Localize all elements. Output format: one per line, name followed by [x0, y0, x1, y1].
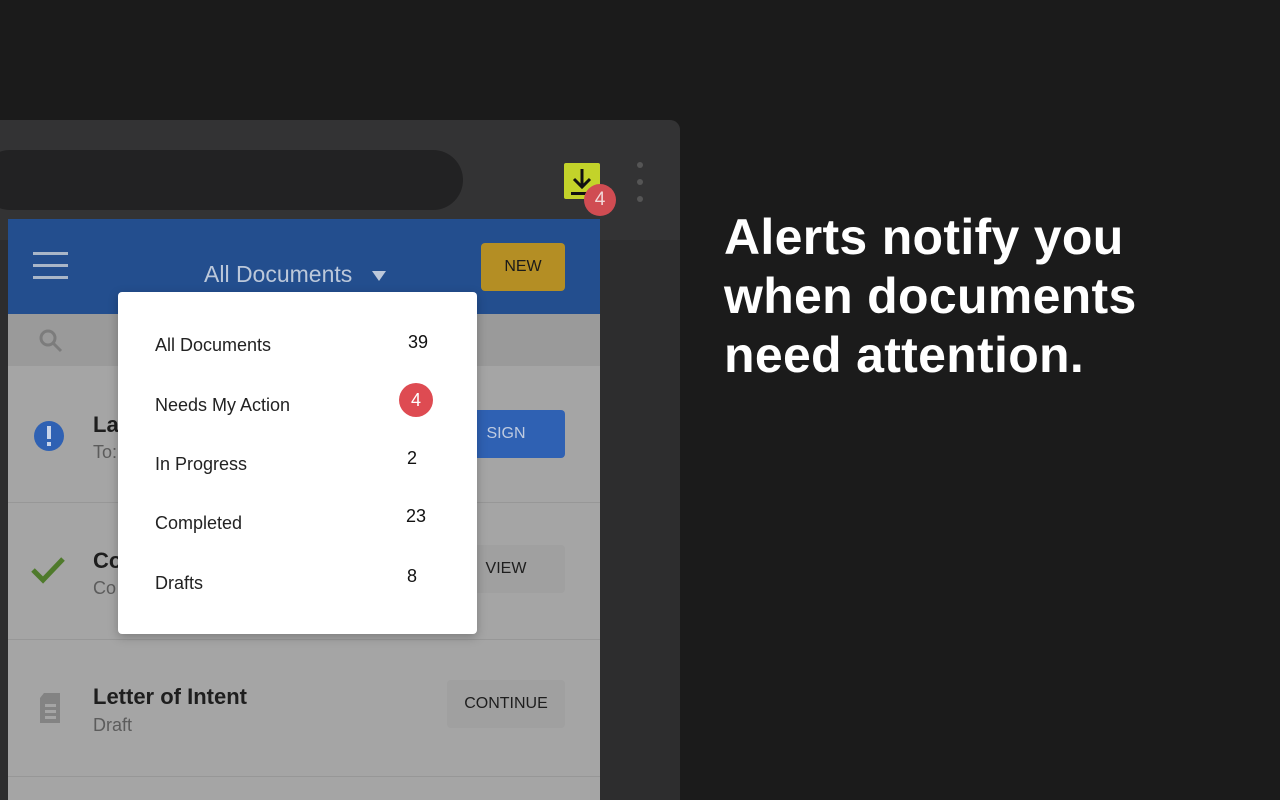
document-row[interactable]: Letter of Intent Draft CONTINUE: [8, 640, 600, 777]
browser-menu-icon[interactable]: [634, 162, 646, 202]
document-icon: [40, 693, 60, 723]
checkmark-icon: [31, 557, 65, 584]
document-title: Letter of Intent: [93, 684, 247, 709]
new-button[interactable]: NEW: [481, 243, 565, 291]
dropdown-item-count: 8: [406, 566, 417, 586]
dropdown-item-count: 23: [405, 506, 427, 526]
promo-line: Alerts notify you: [724, 209, 1124, 265]
dropdown-item-label: Drafts: [155, 573, 204, 593]
search-icon: [39, 329, 63, 353]
promo-line: when documents: [724, 268, 1137, 324]
hamburger-menu-icon[interactable]: [33, 252, 69, 280]
dropdown-item-label: Needs My Action: [155, 395, 291, 415]
dropdown-item-count: 39: [407, 332, 429, 352]
dropdown-item-needs-my-action[interactable]: Needs My Action 4: [118, 380, 477, 430]
dropdown-item-count: 2: [406, 448, 417, 468]
dropdown-item-all-documents[interactable]: All Documents 39: [118, 320, 477, 370]
dropdown-item-label: Completed: [155, 513, 243, 533]
address-bar[interactable]: [0, 150, 463, 210]
dropdown-item-drafts[interactable]: Drafts 8: [118, 558, 477, 608]
dropdown-item-count-badge: 4: [399, 383, 433, 417]
promo-heading: Alerts notify you when documents need at…: [724, 208, 1244, 385]
alert-circle-icon: [34, 421, 64, 451]
continue-button[interactable]: CONTINUE: [447, 680, 565, 728]
dropdown-item-in-progress[interactable]: In Progress 2: [118, 439, 477, 489]
document-subtitle: Draft: [93, 715, 133, 735]
document-title: La: [93, 412, 119, 437]
document-filter-title[interactable]: All Documents: [204, 261, 352, 288]
document-subtitle: Co: [93, 578, 117, 598]
document-subtitle: To:: [93, 442, 118, 462]
caret-down-icon[interactable]: [372, 271, 386, 281]
extension-badge: 4: [584, 184, 616, 216]
dropdown-item-label: All Documents: [155, 335, 272, 355]
dropdown-item-label: In Progress: [155, 454, 248, 474]
document-filter-dropdown: All Documents 39 Needs My Action 4 In Pr…: [118, 292, 477, 634]
dropdown-item-completed[interactable]: Completed 23: [118, 498, 477, 548]
promo-line: need attention.: [724, 327, 1085, 383]
